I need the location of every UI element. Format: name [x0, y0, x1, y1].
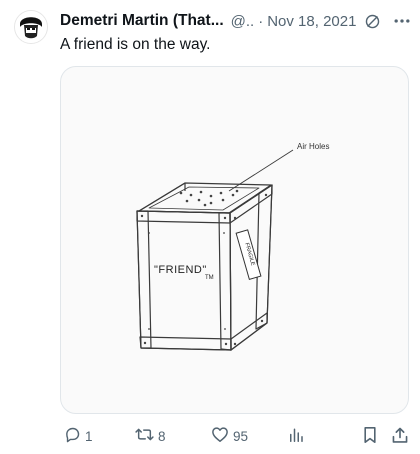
tweet-date[interactable]: Nov 18, 2021 — [267, 13, 356, 30]
like-icon — [211, 426, 229, 446]
bookmark-icon — [362, 426, 378, 447]
reply-count: 1 — [85, 428, 93, 444]
tweet-text: A friend is on the way. — [60, 36, 211, 53]
tweet-image[interactable]: Air Holes "FRIEND" TM FRAGILE — [60, 66, 409, 414]
author-handle[interactable]: @.. — [231, 13, 255, 30]
more-icon[interactable] — [392, 11, 412, 31]
like-count: 95 — [233, 428, 249, 444]
crate-drawing: Air Holes "FRIEND" TM FRAGILE — [136, 142, 329, 351]
retweet-count: 8 — [158, 428, 166, 444]
retweet-icon — [135, 426, 154, 446]
views-icon — [287, 426, 305, 446]
share-icon — [391, 426, 409, 447]
author-name[interactable]: Demetri Martin (That... — [60, 12, 224, 30]
air-holes-annotation: Air Holes — [297, 142, 329, 151]
share-button[interactable] — [391, 424, 409, 448]
avatar[interactable] — [14, 10, 48, 44]
edit-icon[interactable] — [364, 13, 381, 30]
like-button[interactable]: 95 — [211, 424, 248, 448]
action-bar: 1 8 95 — [60, 424, 412, 448]
reply-button[interactable]: 1 — [64, 424, 93, 448]
views-button[interactable] — [287, 424, 305, 448]
retweet-button[interactable]: 8 — [135, 424, 166, 448]
reply-icon — [64, 426, 81, 446]
trademark-mark: TM — [205, 275, 214, 281]
avatar-illustration — [15, 11, 47, 43]
bookmark-button[interactable] — [362, 424, 378, 448]
friend-label: "FRIEND" — [154, 264, 207, 276]
separator-dot: · — [258, 12, 264, 30]
tweet-header: Demetri Martin (That... @.. · Nov 18, 20… — [60, 10, 412, 32]
